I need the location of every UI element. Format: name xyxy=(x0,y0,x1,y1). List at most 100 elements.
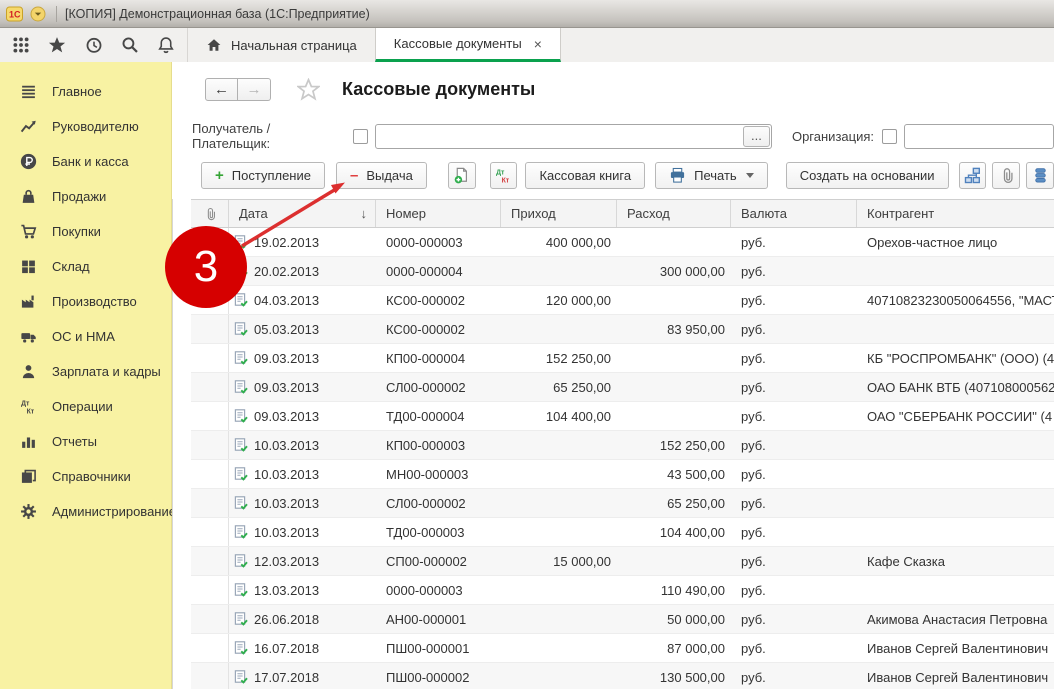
cell-number: КС00-000002 xyxy=(376,286,501,314)
titlebar-separator xyxy=(56,6,57,22)
register-button[interactable] xyxy=(1026,162,1054,189)
print-button[interactable]: Печать xyxy=(655,162,768,189)
window-menu-button[interactable] xyxy=(30,6,46,22)
cell-income xyxy=(501,605,617,633)
sidebar-item[interactable]: Склад xyxy=(0,249,171,284)
table-row[interactable]: 17.07.2018 ПШ00-000002 130 500,00 руб. И… xyxy=(191,663,1054,689)
column-header-counterparty[interactable]: Контрагент xyxy=(857,200,1054,227)
star-icon[interactable] xyxy=(48,36,66,54)
books-icon xyxy=(20,468,37,485)
column-header-income[interactable]: Приход xyxy=(501,200,617,227)
table-row[interactable]: 19.02.2013 0000-000003 400 000,00 руб. О… xyxy=(191,228,1054,257)
table-body: 19.02.2013 0000-000003 400 000,00 руб. О… xyxy=(191,228,1054,689)
table-row[interactable]: 05.03.2013 КС00-000002 83 950,00 руб. xyxy=(191,315,1054,344)
forward-button[interactable]: → xyxy=(238,78,271,101)
table-row[interactable]: 10.03.2013 КП00-000003 152 250,00 руб. xyxy=(191,431,1054,460)
paperclip-icon xyxy=(998,167,1015,184)
cell-attachment xyxy=(191,373,229,401)
sidebar-item[interactable]: Главное xyxy=(0,74,171,109)
sidebar-item[interactable]: Банк и касса xyxy=(0,144,171,179)
register-icon xyxy=(1032,167,1049,184)
column-header-expense[interactable]: Расход xyxy=(617,200,731,227)
cell-number: ПШ00-000002 xyxy=(376,663,501,689)
table-row[interactable]: 26.06.2018 АН00-000001 50 000,00 руб. Ак… xyxy=(191,605,1054,634)
cell-attachment xyxy=(191,344,229,372)
cell-number: ТД00-000003 xyxy=(376,518,501,546)
sidebar-item[interactable]: Справочники xyxy=(0,459,171,494)
attachments-button[interactable] xyxy=(992,162,1020,189)
cell-income: 400 000,00 xyxy=(501,228,617,256)
cell-number: 0000-000003 xyxy=(376,576,501,604)
cell-expense: 152 250,00 xyxy=(617,431,731,459)
apps-grid-icon[interactable] xyxy=(12,36,30,54)
search-icon[interactable] xyxy=(121,36,139,54)
cell-currency: руб. xyxy=(731,286,857,314)
cash-book-button-label: Кассовая книга xyxy=(539,168,631,183)
history-icon[interactable] xyxy=(85,36,103,54)
create-based-on-button[interactable]: Создать на основании xyxy=(786,162,949,189)
table-row[interactable]: 13.03.2013 0000-000003 110 490,00 руб. xyxy=(191,576,1054,605)
cell-expense xyxy=(617,344,731,372)
create-document-button[interactable] xyxy=(448,162,476,189)
recipient-filter-input[interactable] xyxy=(376,125,743,148)
tab-cash-documents[interactable]: Кассовые документы × xyxy=(375,28,561,62)
sidebar-item[interactable]: Зарплата и кадры xyxy=(0,354,171,389)
table-row[interactable]: 09.03.2013 КП00-000004 152 250,00 руб. К… xyxy=(191,344,1054,373)
table-row[interactable]: 10.03.2013 СЛ00-000002 65 250,00 руб. xyxy=(191,489,1054,518)
cash-book-button[interactable]: Кассовая книга xyxy=(525,162,645,189)
dtkt-icon xyxy=(495,167,512,184)
structure-icon xyxy=(964,167,981,184)
chart-up-icon xyxy=(20,118,37,135)
related-documents-button[interactable] xyxy=(959,162,987,189)
sidebar-item[interactable]: Производство xyxy=(0,284,171,319)
table-row[interactable]: 10.03.2013 МН00-000003 43 500,00 руб. xyxy=(191,460,1054,489)
organization-filter-input[interactable] xyxy=(905,125,1054,148)
column-header-number[interactable]: Номер xyxy=(376,200,501,227)
cell-attachment xyxy=(191,547,229,575)
cell-date: 10.03.2013 xyxy=(229,518,376,546)
table-row[interactable]: 12.03.2013 СП00-000002 15 000,00 руб. Ка… xyxy=(191,547,1054,576)
receipt-button[interactable]: + Поступление xyxy=(201,162,325,189)
bell-icon[interactable] xyxy=(157,36,175,54)
cell-date: 16.07.2018 xyxy=(229,634,376,662)
sidebar-item[interactable]: Отчеты xyxy=(0,424,171,459)
warehouse-icon xyxy=(20,258,37,275)
cell-counterparty: КБ "РОСПРОМБАНК" (ООО) (4 xyxy=(857,344,1054,372)
sidebar-item[interactable]: Руководителю xyxy=(0,109,171,144)
recipient-picker-button[interactable]: ... xyxy=(743,126,770,147)
sidebar-item[interactable]: Администрирование xyxy=(0,494,171,529)
recipient-filter-checkbox[interactable] xyxy=(353,129,368,144)
table-row[interactable]: 10.03.2013 ТД00-000003 104 400,00 руб. xyxy=(191,518,1054,547)
cell-currency: руб. xyxy=(731,663,857,689)
cell-expense: 50 000,00 xyxy=(617,605,731,633)
favorite-star-icon[interactable] xyxy=(297,78,320,101)
table-row[interactable]: 20.02.2013 0000-000004 300 000,00 руб. xyxy=(191,257,1054,286)
home-icon xyxy=(206,37,222,53)
1c-logo-icon xyxy=(6,6,23,22)
cell-currency: руб. xyxy=(731,431,857,459)
table-row[interactable]: 09.03.2013 ТД00-000004 104 400,00 руб. О… xyxy=(191,402,1054,431)
column-header-date[interactable]: Дата ↓ xyxy=(229,200,376,227)
sidebar-item[interactable]: Операции xyxy=(0,389,171,424)
sidebar-item[interactable]: Продажи xyxy=(0,179,171,214)
table-row[interactable]: 09.03.2013 СЛ00-000002 65 250,00 руб. ОА… xyxy=(191,373,1054,402)
table-row[interactable]: 04.03.2013 КС00-000002 120 000,00 руб. 4… xyxy=(191,286,1054,315)
sidebar-item-label: Склад xyxy=(52,259,90,274)
sidebar-item[interactable]: Покупки xyxy=(0,214,171,249)
close-icon[interactable]: × xyxy=(534,37,542,51)
cell-income xyxy=(501,518,617,546)
table-row[interactable]: 16.07.2018 ПШ00-000001 87 000,00 руб. Ив… xyxy=(191,634,1054,663)
back-button[interactable]: ← xyxy=(205,78,238,101)
page-nav-row: ← → Кассовые документы xyxy=(190,78,1054,101)
new-document-icon xyxy=(453,167,470,184)
cell-counterparty xyxy=(857,315,1054,343)
column-header-currency[interactable]: Валюта xyxy=(731,200,857,227)
show-postings-button[interactable] xyxy=(490,162,518,189)
sidebar-item[interactable]: ОС и НМА xyxy=(0,319,171,354)
sidebar-item-label: Справочники xyxy=(52,469,131,484)
tab-home[interactable]: Начальная страница xyxy=(188,28,375,62)
issue-button[interactable]: – Выдача xyxy=(336,162,427,189)
organization-filter-checkbox[interactable] xyxy=(882,129,897,144)
column-header-attachment[interactable] xyxy=(191,200,229,227)
sidebar-item-label: Продажи xyxy=(52,189,106,204)
